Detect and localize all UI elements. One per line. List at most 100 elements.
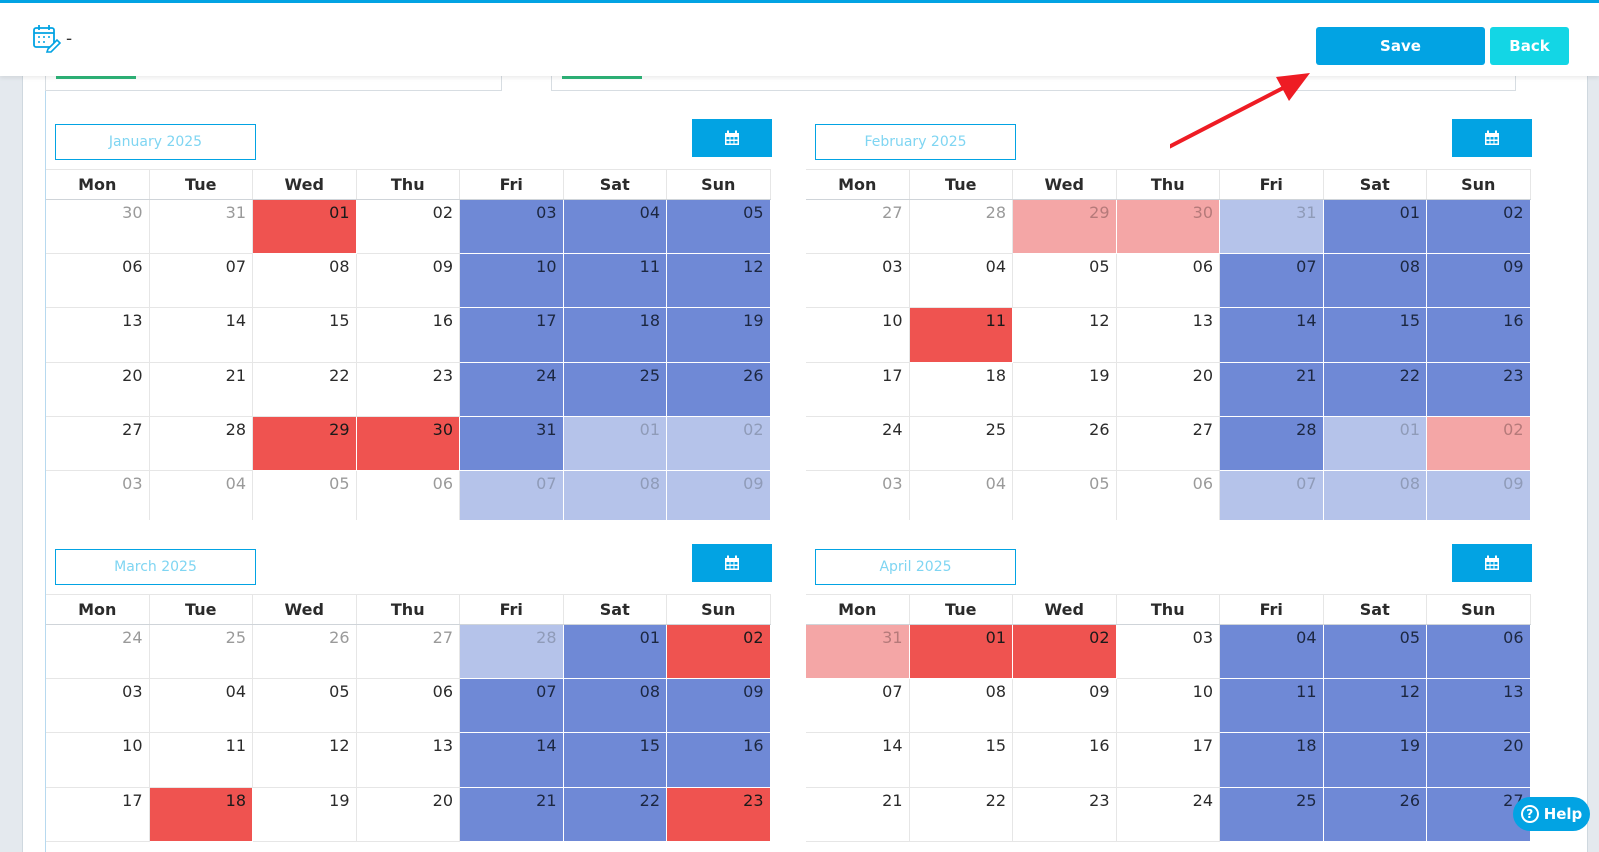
day-cell[interactable]: 14: [1220, 308, 1324, 363]
day-cell[interactable]: 07: [1220, 471, 1324, 520]
day-cell[interactable]: 08: [909, 679, 1013, 734]
day-cell[interactable]: 23: [1013, 787, 1117, 842]
day-cell[interactable]: 02: [1013, 625, 1117, 680]
calendar-picker-button[interactable]: [692, 119, 772, 157]
day-cell[interactable]: 24: [806, 416, 910, 471]
day-cell[interactable]: 12: [667, 254, 771, 309]
day-cell[interactable]: 10: [460, 254, 564, 309]
day-cell[interactable]: 22: [909, 787, 1013, 842]
day-cell[interactable]: 04: [1220, 625, 1324, 680]
day-cell[interactable]: 07: [1220, 254, 1324, 309]
day-cell[interactable]: 17: [46, 787, 150, 842]
day-cell[interactable]: 31: [460, 416, 564, 471]
day-cell[interactable]: 15: [253, 308, 357, 363]
day-cell[interactable]: 05: [253, 471, 357, 520]
day-cell[interactable]: 13: [46, 308, 150, 363]
day-cell[interactable]: 15: [563, 733, 667, 788]
day-cell[interactable]: 03: [460, 200, 564, 255]
day-cell[interactable]: 28: [149, 416, 253, 471]
day-cell[interactable]: 13: [356, 733, 460, 788]
day-cell[interactable]: 28: [460, 625, 564, 680]
day-cell[interactable]: 10: [46, 733, 150, 788]
day-cell[interactable]: 01: [563, 416, 667, 471]
day-cell[interactable]: 08: [563, 679, 667, 734]
day-cell[interactable]: 15: [909, 733, 1013, 788]
calendar-picker-button[interactable]: [1452, 544, 1532, 582]
day-cell[interactable]: 23: [356, 362, 460, 417]
day-cell[interactable]: 14: [806, 733, 910, 788]
save-button[interactable]: Save: [1316, 27, 1485, 65]
day-cell[interactable]: 19: [667, 308, 771, 363]
day-cell[interactable]: 03: [806, 254, 910, 309]
day-cell[interactable]: 06: [356, 679, 460, 734]
day-cell[interactable]: 16: [667, 733, 771, 788]
day-cell[interactable]: 19: [253, 787, 357, 842]
day-cell[interactable]: 03: [46, 471, 150, 520]
day-cell[interactable]: 02: [1427, 200, 1531, 255]
day-cell[interactable]: 12: [253, 733, 357, 788]
day-cell[interactable]: 04: [149, 679, 253, 734]
day-cell[interactable]: 18: [909, 362, 1013, 417]
day-cell[interactable]: 03: [806, 471, 910, 520]
day-cell[interactable]: 01: [1323, 200, 1427, 255]
day-cell[interactable]: 22: [563, 787, 667, 842]
day-cell[interactable]: 06: [46, 254, 150, 309]
day-cell[interactable]: 03: [46, 679, 150, 734]
day-cell[interactable]: 05: [1013, 471, 1117, 520]
day-cell[interactable]: 06: [1116, 254, 1220, 309]
day-cell[interactable]: 04: [150, 471, 253, 520]
day-cell[interactable]: 13: [1116, 308, 1220, 363]
day-cell[interactable]: 09: [1427, 254, 1531, 309]
day-cell[interactable]: 03: [1116, 625, 1220, 680]
day-cell[interactable]: 28: [1220, 416, 1324, 471]
day-cell[interactable]: 27: [806, 200, 910, 255]
day-cell[interactable]: 22: [1323, 362, 1427, 417]
day-cell[interactable]: 06: [1427, 625, 1531, 680]
day-cell[interactable]: 27: [356, 625, 460, 680]
day-cell[interactable]: 30: [1116, 200, 1220, 255]
day-cell[interactable]: 24: [46, 625, 150, 680]
day-cell[interactable]: 10: [806, 308, 910, 363]
day-cell[interactable]: 09: [1013, 679, 1117, 734]
day-cell[interactable]: 11: [149, 733, 253, 788]
day-cell[interactable]: 26: [253, 625, 357, 680]
day-cell[interactable]: 08: [1323, 471, 1427, 520]
day-cell[interactable]: 19: [1323, 733, 1427, 788]
day-cell[interactable]: 18: [149, 787, 253, 842]
day-cell[interactable]: 02: [1427, 416, 1531, 471]
day-cell[interactable]: 06: [357, 471, 460, 520]
day-cell[interactable]: 12: [1323, 679, 1427, 734]
day-cell[interactable]: 27: [46, 416, 150, 471]
day-cell[interactable]: 25: [1220, 787, 1324, 842]
day-cell[interactable]: 05: [667, 200, 771, 255]
day-cell[interactable]: 20: [356, 787, 460, 842]
day-cell[interactable]: 16: [356, 308, 460, 363]
day-cell[interactable]: 25: [563, 362, 667, 417]
day-cell[interactable]: 16: [1427, 308, 1531, 363]
day-cell[interactable]: 22: [253, 362, 357, 417]
day-cell[interactable]: 01: [909, 625, 1013, 680]
day-cell[interactable]: 14: [460, 733, 564, 788]
day-cell[interactable]: 26: [667, 362, 771, 417]
day-cell[interactable]: 04: [563, 200, 667, 255]
day-cell[interactable]: 09: [667, 471, 771, 520]
day-cell[interactable]: 11: [909, 308, 1013, 363]
day-cell[interactable]: 06: [1117, 471, 1220, 520]
calendar-picker-button[interactable]: [692, 544, 772, 582]
day-cell[interactable]: 05: [1013, 254, 1117, 309]
calendar-picker-button[interactable]: [1452, 119, 1532, 157]
day-cell[interactable]: 14: [149, 308, 253, 363]
day-cell[interactable]: 24: [460, 362, 564, 417]
day-cell[interactable]: 08: [563, 471, 667, 520]
day-cell[interactable]: 13: [1427, 679, 1531, 734]
day-cell[interactable]: 01: [563, 625, 667, 680]
day-cell[interactable]: 07: [149, 254, 253, 309]
day-cell[interactable]: 19: [1013, 362, 1117, 417]
day-cell[interactable]: 07: [460, 679, 564, 734]
day-cell[interactable]: 08: [1323, 254, 1427, 309]
day-cell[interactable]: 05: [253, 679, 357, 734]
day-cell[interactable]: 24: [1116, 787, 1220, 842]
day-cell[interactable]: 09: [356, 254, 460, 309]
day-cell[interactable]: 21: [149, 362, 253, 417]
day-cell[interactable]: 31: [1220, 200, 1324, 255]
